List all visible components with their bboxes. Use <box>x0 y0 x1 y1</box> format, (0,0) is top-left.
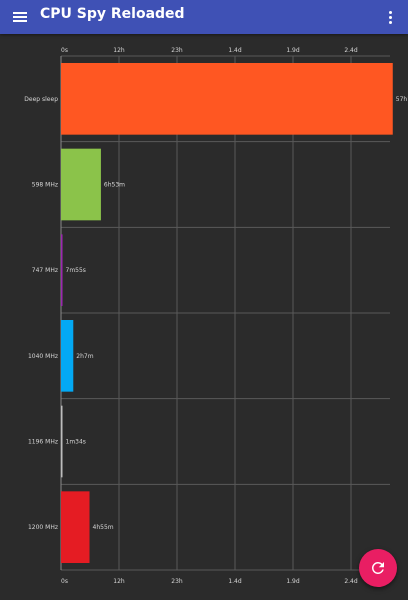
axis-tick-label-top: 0s <box>61 47 68 54</box>
bar <box>61 148 101 221</box>
axis-tick-label-bottom: 23h <box>171 578 183 585</box>
axis-tick-label-bottom: 0s <box>61 578 68 585</box>
value-label: 57h12m <box>396 96 408 103</box>
category-label: 598 MHz <box>32 182 58 189</box>
bar <box>61 320 74 392</box>
bar <box>61 405 63 478</box>
app-title: CPU Spy Reloaded <box>40 6 185 22</box>
bar <box>61 63 393 135</box>
category-label: 1200 MHz <box>28 524 58 531</box>
axis-tick-label-top: 1.4d <box>228 47 242 54</box>
overflow-menu-button[interactable] <box>378 5 402 29</box>
refresh-icon <box>371 562 384 574</box>
hamburger-menu-icon <box>13 12 27 22</box>
axis-tick-label-bottom: 12h <box>113 578 125 585</box>
value-label: 7m55s <box>66 267 86 274</box>
axis-tick-label-bottom: 2.4d <box>344 578 358 585</box>
category-label: 1196 MHz <box>28 439 58 446</box>
axis-tick-label-bottom: 1.9d <box>286 578 300 585</box>
category-label: Deep sleep <box>24 96 58 103</box>
value-label: 1m34s <box>66 439 86 446</box>
category-label: 747 MHz <box>32 267 58 274</box>
axis-tick-label-bottom: 1.4d <box>228 578 242 585</box>
axis-tick-label-top: 12h <box>113 47 125 54</box>
menu-button[interactable] <box>8 5 32 29</box>
cpu-state-chart: 0s 0s 12h 12h 23h 23h 1.4d 1.4d 1.9d 1.9d 2.4d 2.4d… <box>24 47 408 585</box>
app-bar: CPU Spy Reloaded <box>0 0 408 34</box>
refresh-button[interactable] <box>359 549 397 587</box>
axis-tick-label-top: 23h <box>171 47 183 54</box>
axis-tick-label-top: 1.9d <box>286 47 300 54</box>
value-label: 4h55m <box>93 524 114 531</box>
value-label: 6h53m <box>104 182 125 189</box>
category-label: 1040 MHz <box>28 353 58 360</box>
bar <box>61 491 90 563</box>
value-label: 2h7m <box>76 353 93 360</box>
axis-tick-label-top: 2.4d <box>344 47 358 54</box>
more-vert-icon <box>388 10 392 14</box>
bar <box>61 234 63 306</box>
